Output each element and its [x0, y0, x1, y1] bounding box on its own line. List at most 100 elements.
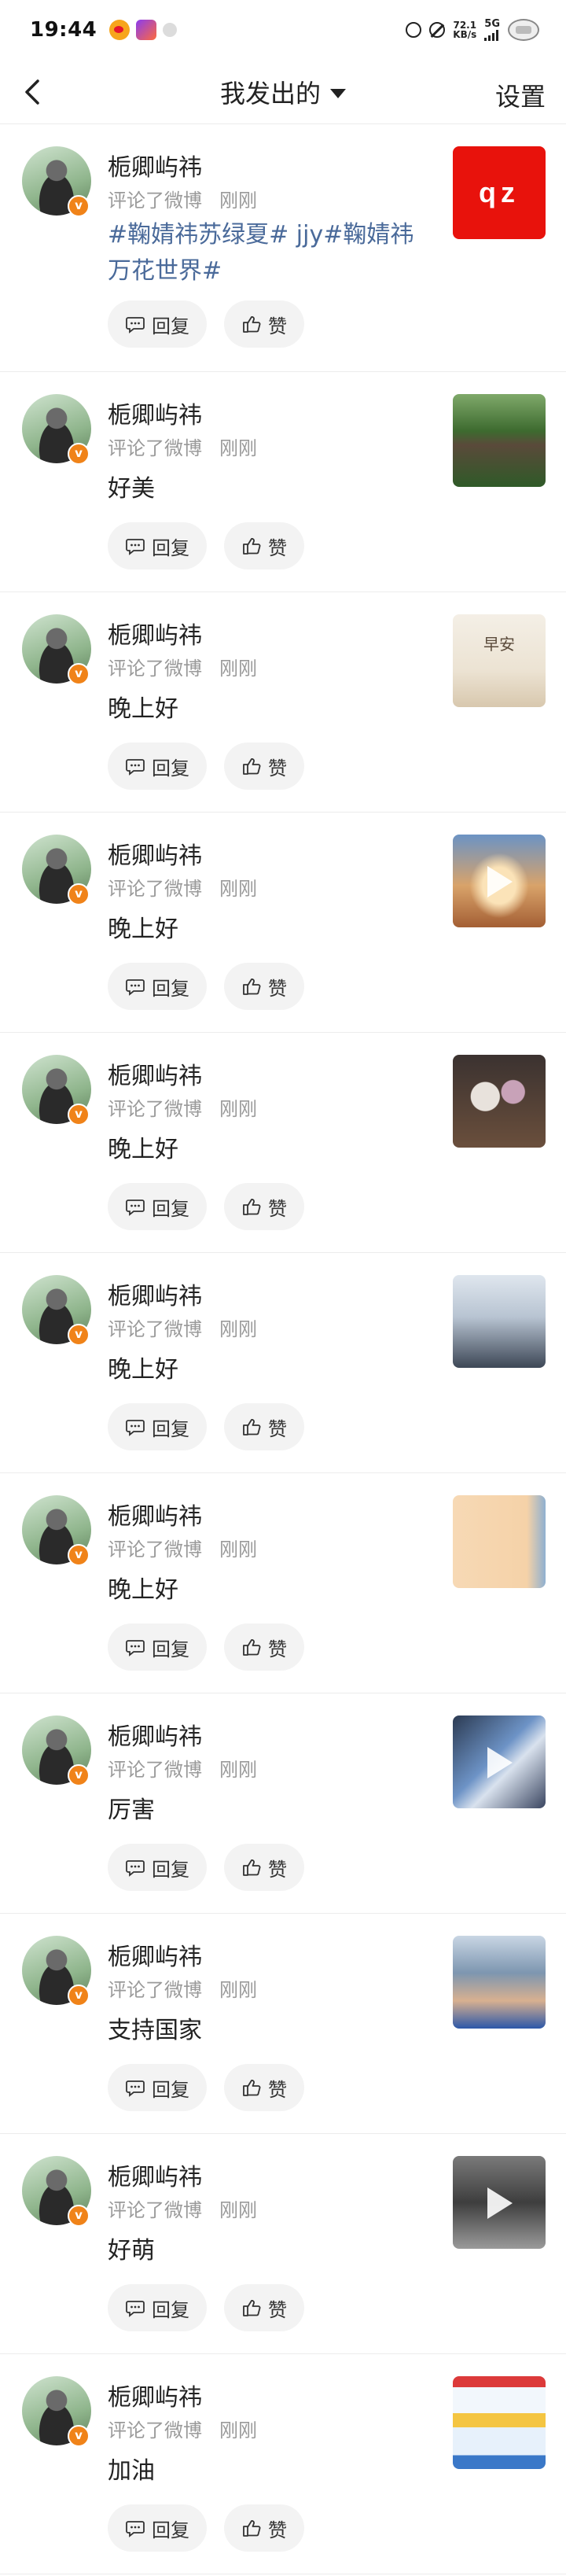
user-name[interactable]: 栀卿屿祎	[108, 836, 202, 871]
action-text: 评论了微博	[108, 658, 202, 680]
reply-label: 回复	[152, 1638, 189, 1660]
like-button[interactable]: 赞	[224, 2504, 304, 2552]
weibo-thumbnail[interactable]	[453, 1495, 546, 1588]
user-name[interactable]: 栀卿屿祎	[108, 1056, 202, 1091]
like-button[interactable]: 赞	[224, 1403, 304, 1450]
reply-button[interactable]: 回复	[108, 300, 207, 348]
reply-button[interactable]: 回复	[108, 743, 207, 790]
user-name[interactable]: 栀卿屿祎	[108, 1717, 202, 1752]
reply-button[interactable]: 回复	[108, 1623, 207, 1671]
like-button[interactable]: 赞	[224, 743, 304, 790]
reply-button[interactable]: 回复	[108, 2064, 207, 2111]
like-button[interactable]: 赞	[224, 963, 304, 1010]
reply-button[interactable]: 回复	[108, 963, 207, 1010]
comment-meta: 评论了微博 刚刚	[108, 185, 257, 212]
like-button[interactable]: 赞	[224, 2284, 304, 2331]
like-label: 赞	[268, 536, 287, 559]
comment-item[interactable]: v 栀卿屿祎 评论了微博 刚刚 支持国家 回复 赞	[0, 1914, 566, 2134]
battery-icon	[508, 19, 539, 41]
comment-item[interactable]: v 栀卿屿祎 评论了微博 刚刚 加油 回复 赞	[0, 2354, 566, 2574]
notification-icons	[109, 20, 178, 40]
like-button[interactable]: 赞	[224, 1844, 304, 1891]
thumbs-up-icon	[243, 1639, 261, 1656]
title-dropdown[interactable]: 我发出的	[220, 74, 346, 110]
thumbs-up-icon	[243, 2080, 261, 2096]
verified-badge-icon: v	[68, 663, 90, 685]
weibo-thumbnail[interactable]	[453, 2156, 546, 2249]
like-button[interactable]: 赞	[224, 1623, 304, 1671]
user-name[interactable]: 栀卿屿祎	[108, 396, 202, 430]
comment-actions: 回复 赞	[108, 2284, 304, 2331]
thumbs-up-icon	[243, 978, 261, 995]
weibo-thumbnail[interactable]	[453, 2376, 546, 2469]
thumbs-up-icon	[243, 2300, 261, 2316]
comment-text: 晚上好	[108, 1356, 178, 1384]
like-button[interactable]: 赞	[224, 1183, 304, 1230]
like-button[interactable]: 赞	[224, 2064, 304, 2111]
user-name[interactable]: 栀卿屿祎	[108, 616, 202, 650]
page-title: 我发出的	[219, 78, 321, 109]
weibo-thumbnail[interactable]	[453, 1055, 546, 1148]
net-speed-unit: KB/s	[453, 29, 477, 40]
comment-actions: 回复 赞	[108, 522, 304, 569]
like-label: 赞	[268, 977, 287, 1000]
comment-actions: 回复 赞	[108, 1623, 304, 1671]
status-right: 72.1 KB/s 5G	[406, 19, 539, 41]
comment-item[interactable]: v 栀卿屿祎 评论了微博 刚刚 晚上好 回复 赞	[0, 1253, 566, 1473]
comment-item[interactable]: v 栀卿屿祎 评论了微博 刚刚 晚上好 回复 赞 早安	[0, 592, 566, 813]
weibo-thumbnail[interactable]: 早安	[453, 614, 546, 707]
comment-item[interactable]: v 栀卿屿祎 评论了微博 刚刚 晚上好 回复 赞	[0, 1473, 566, 1693]
action-text: 评论了微博	[108, 1098, 202, 1120]
comment-item[interactable]: v 栀卿屿祎 评论了微博 刚刚 晚上好 回复 赞	[0, 813, 566, 1033]
comment-text: #鞠婧祎苏绿夏# jjy#鞠婧祎万花世界#	[108, 221, 414, 285]
comment-actions: 回复 赞	[108, 1844, 304, 1891]
reply-icon	[126, 1420, 145, 1436]
user-name[interactable]: 栀卿屿祎	[108, 1497, 202, 1531]
weibo-thumbnail[interactable]	[453, 1715, 546, 1808]
comment-meta: 评论了微博 刚刚	[108, 653, 257, 680]
user-name[interactable]: 栀卿屿祎	[108, 2158, 202, 2192]
weibo-thumbnail[interactable]: qz	[453, 146, 546, 239]
comment-item[interactable]: v 栀卿屿祎 评论了微博 刚刚 好萌 回复 赞	[0, 2134, 566, 2354]
settings-button[interactable]: 设置	[495, 77, 546, 113]
user-name[interactable]: 栀卿屿祎	[108, 1277, 202, 1311]
like-button[interactable]: 赞	[224, 300, 304, 348]
reply-button[interactable]: 回复	[108, 1183, 207, 1230]
verified-badge-icon: v	[68, 1544, 90, 1566]
network-type: 5G	[484, 18, 500, 30]
back-arrow-icon[interactable]	[22, 79, 46, 105]
weibo-thumbnail[interactable]	[453, 1275, 546, 1368]
verified-badge-icon: v	[68, 443, 90, 465]
comment-time: 刚刚	[219, 1098, 257, 1120]
comment-actions: 回复 赞	[108, 1403, 304, 1450]
thumbs-up-icon	[243, 538, 261, 555]
reply-icon	[126, 2521, 145, 2537]
comment-item[interactable]: v 栀卿屿祎 评论了微博 刚刚 晚上好 回复 赞	[0, 1033, 566, 1253]
comment-item[interactable]: v 栀卿屿祎 评论了微博 刚刚 厉害 回复 赞	[0, 1693, 566, 1914]
user-name[interactable]: 栀卿屿祎	[108, 2378, 202, 2412]
verified-badge-icon: v	[68, 1764, 90, 1786]
verified-badge-icon: v	[68, 1985, 90, 2007]
comment-actions: 回复 赞	[108, 743, 304, 790]
reply-button[interactable]: 回复	[108, 522, 207, 569]
comment-item[interactable]: v 栀卿屿祎 评论了微博 刚刚 好美 回复 赞	[0, 372, 566, 592]
weibo-thumbnail[interactable]	[453, 1936, 546, 2029]
verified-badge-icon: v	[68, 2425, 90, 2447]
reply-button[interactable]: 回复	[108, 2504, 207, 2552]
reply-button[interactable]: 回复	[108, 1403, 207, 1450]
reply-label: 回复	[152, 1417, 189, 1440]
comment-text: 好美	[108, 475, 155, 503]
reply-button[interactable]: 回复	[108, 2284, 207, 2331]
comment-text: 晚上好	[108, 1576, 178, 1604]
user-name[interactable]: 栀卿屿祎	[108, 1937, 202, 1972]
comment-meta: 评论了微博 刚刚	[108, 433, 257, 460]
like-button[interactable]: 赞	[224, 522, 304, 569]
user-name[interactable]: 栀卿屿祎	[108, 148, 202, 182]
comment-time: 刚刚	[219, 878, 257, 900]
comment-item[interactable]: v 栀卿屿祎 评论了微博 刚刚 #鞠婧祎苏绿夏# jjy#鞠婧祎万花世界# 回复…	[0, 124, 566, 372]
weibo-thumbnail[interactable]	[453, 394, 546, 487]
weibo-thumbnail[interactable]	[453, 835, 546, 927]
comment-time: 刚刚	[219, 437, 257, 459]
comment-text: 晚上好	[108, 1136, 178, 1163]
reply-button[interactable]: 回复	[108, 1844, 207, 1891]
